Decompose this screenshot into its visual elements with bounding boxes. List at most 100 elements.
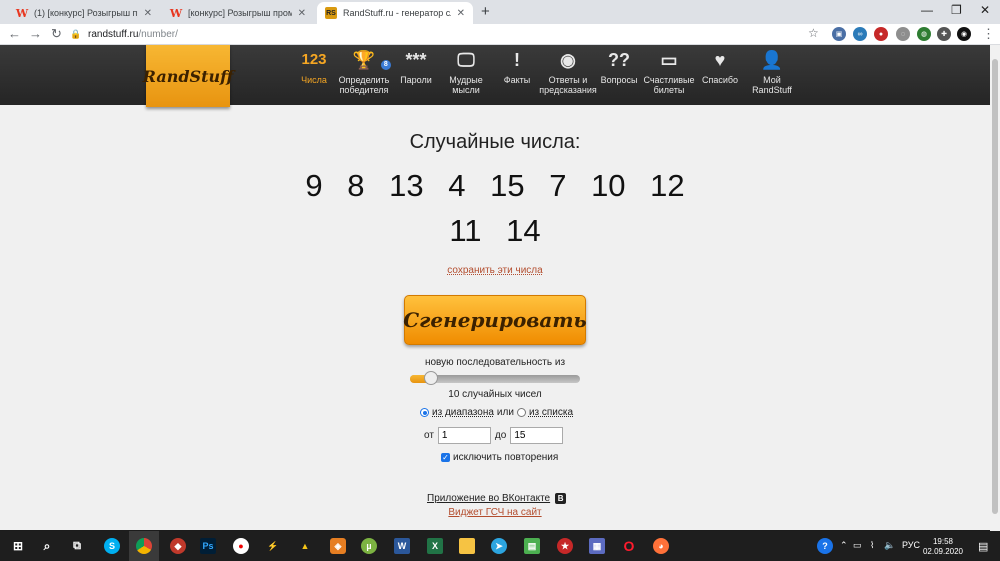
record-icon[interactable]: ● — [233, 538, 249, 554]
w-favicon-icon: W — [15, 6, 29, 20]
word-icon[interactable]: W — [394, 538, 410, 554]
to-input[interactable] — [510, 427, 564, 444]
ticket-icon: ▭ — [660, 50, 678, 70]
exclude-repeats-label[interactable]: исключить повторения — [453, 452, 558, 463]
generate-button[interactable]: Сгенерировать — [403, 295, 587, 345]
app-icon[interactable]: ★ — [557, 538, 573, 554]
range-inputs: от до — [424, 427, 567, 444]
nav-numbers[interactable]: 123 Числа — [298, 48, 330, 85]
nav-my-randstuff[interactable]: 👤 Мой RandStuff — [750, 48, 794, 95]
extension-icon[interactable]: ∞ — [853, 27, 867, 41]
maximize-icon[interactable]: ❐ — [951, 3, 962, 17]
nav-thanks[interactable]: ♥ Спасибо — [700, 48, 740, 85]
nav-wise-thoughts[interactable]: 🖵 Мудрые мысли — [444, 48, 488, 95]
forward-icon[interactable]: → — [29, 26, 42, 41]
random-number: 8 — [347, 168, 365, 203]
browser-tab-1[interactable]: W (1) [конкурс] Розыгрыш промокодов ✕ — [8, 2, 160, 24]
password-icon: *** — [405, 50, 427, 70]
range-radio[interactable] — [420, 408, 429, 417]
browser-tab-bar: W (1) [конкурс] Розыгрыш промокодов ✕ W … — [0, 0, 1000, 24]
profile-avatar[interactable]: ◉ — [957, 27, 971, 41]
show-hidden-icon[interactable]: ⌃ — [840, 540, 848, 551]
folder-icon[interactable] — [459, 538, 475, 554]
vk-app-label[interactable]: Приложение во ВКонтакте — [427, 493, 550, 504]
notifications-icon[interactable]: ▤ — [978, 540, 988, 553]
site-logo[interactable]: RandStuff — [143, 45, 233, 107]
tab-title: (1) [конкурс] Розыгрыш промокодов — [34, 8, 138, 18]
count-slider[interactable] — [410, 371, 580, 385]
close-window-icon[interactable]: ✕ — [980, 3, 990, 17]
random-numbers-row-2: 11 14 — [0, 213, 990, 249]
torrent-icon[interactable]: µ — [361, 538, 377, 554]
task-view-icon[interactable]: ⧉ — [69, 538, 85, 554]
puzzle-icon[interactable]: ✚ — [937, 27, 951, 41]
firefox-icon[interactable]: ◕ — [653, 538, 669, 554]
list-radio[interactable] — [516, 408, 526, 417]
lock-icon: 🔒 — [70, 29, 82, 39]
windows-start-icon[interactable]: ⊞ — [10, 538, 26, 554]
app-icon[interactable]: ◈ — [330, 538, 346, 554]
page-scrollbar[interactable] — [990, 45, 1000, 531]
source-selector: из диапазона или из списка — [420, 407, 573, 418]
bookmark-star-icon[interactable]: ☆ — [808, 26, 819, 40]
battery-icon[interactable]: ▭ — [853, 540, 862, 551]
reload-icon[interactable]: ↻ — [51, 26, 62, 42]
app-icon[interactable]: ⚡ — [265, 538, 281, 554]
tab-title: [конкурс] Розыгрыш промокодов — [188, 8, 292, 18]
minimize-icon[interactable]: — — [921, 3, 933, 17]
close-tab-icon[interactable]: ✕ — [144, 8, 152, 19]
photoshop-icon[interactable]: Ps — [200, 538, 216, 554]
nav-label: Ответы и предсказания — [539, 75, 597, 95]
list-radio-label[interactable]: из списка — [529, 407, 573, 418]
range-radio-label[interactable]: из диапазона — [432, 407, 494, 418]
taskbar-clock[interactable]: 19:58 02.09.2020 — [918, 537, 968, 557]
extension-icon[interactable]: ◌ — [896, 27, 910, 41]
nav-passwords[interactable]: *** Пароли — [396, 48, 436, 85]
help-icon[interactable]: ? — [817, 538, 833, 554]
browser-tab-active[interactable]: RS RandStuff.ru - генератор случайн... ✕ — [317, 2, 473, 24]
nav-answers[interactable]: ◉ Ответы и предсказания — [539, 48, 597, 95]
new-tab-button[interactable]: + — [481, 3, 490, 20]
slider-handle[interactable] — [424, 371, 439, 385]
app-icon[interactable]: ▤ — [524, 538, 540, 554]
question-icon: ?? — [608, 50, 630, 70]
user-icon: 👤 — [760, 50, 784, 70]
opera-icon[interactable]: O — [621, 538, 637, 554]
close-tab-icon[interactable]: ✕ — [298, 8, 306, 19]
volume-icon[interactable]: 🔈 — [884, 540, 895, 551]
nav-facts[interactable]: ! Факты — [500, 48, 534, 85]
menu-dots-icon[interactable]: ⋮ — [982, 26, 995, 42]
excel-icon[interactable]: X — [427, 538, 443, 554]
browser-toolbar: ← → ↻ 🔒 randstuff.ru/number/ ☆ ▣ ∞ ● ◌ ◍… — [0, 24, 1000, 45]
ball-icon: ◉ — [560, 50, 576, 70]
extension-icon[interactable]: ▣ — [832, 27, 846, 41]
skype-icon[interactable]: S — [104, 538, 120, 554]
vk-app-link[interactable]: Приложение во ВКонтакте B — [427, 493, 567, 504]
clock-date: 02.09.2020 — [922, 547, 964, 556]
network-icon[interactable]: ⌇ — [870, 540, 874, 551]
save-icon[interactable]: ▦ — [589, 538, 605, 554]
random-number: 15 — [490, 168, 525, 203]
exclude-repeats-checkbox[interactable]: ✓ — [441, 453, 450, 462]
search-icon[interactable]: ⌕ — [39, 538, 55, 554]
from-input[interactable] — [437, 427, 491, 444]
nav-questions[interactable]: ?? Вопросы — [600, 48, 638, 85]
nav-label: Вопросы — [600, 75, 638, 85]
scrollbar-thumb[interactable] — [992, 59, 998, 514]
nav-winner[interactable]: 🏆 8 Определить победителя — [336, 48, 392, 95]
nav-tickets[interactable]: ▭ Счастливые билеты — [643, 48, 695, 95]
telegram-icon[interactable]: ➤ — [491, 538, 507, 554]
nav-label: Счастливые билеты — [643, 75, 695, 95]
browser-tab-2[interactable]: W [конкурс] Розыгрыш промокодов ✕ — [162, 2, 314, 24]
address-bar[interactable]: 🔒 randstuff.ru/number/ — [70, 26, 800, 43]
app-icon[interactable]: ◆ — [170, 538, 186, 554]
app-icon[interactable]: ▲ — [297, 538, 313, 554]
back-icon[interactable]: ← — [8, 26, 21, 41]
widget-link[interactable]: Виджет ГСЧ на сайт — [0, 507, 990, 518]
exclude-repeats-option[interactable]: ✓ исключить повторения — [441, 452, 558, 463]
extension-icon[interactable]: ◍ — [917, 27, 931, 41]
save-numbers-link[interactable]: сохранить эти числа — [0, 265, 990, 276]
close-tab-icon[interactable]: ✕ — [457, 8, 465, 19]
chrome-icon[interactable] — [129, 531, 159, 561]
extension-icon[interactable]: ● — [874, 27, 888, 41]
